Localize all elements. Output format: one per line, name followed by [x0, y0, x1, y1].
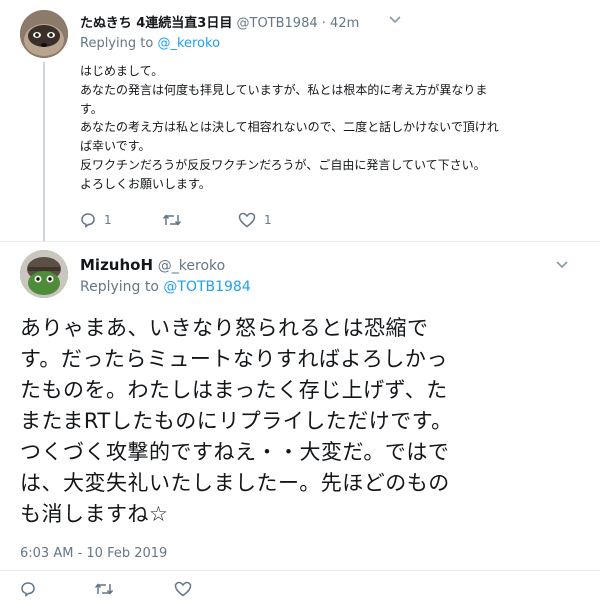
- heart-icon: [238, 212, 256, 228]
- retweet-icon: [162, 212, 182, 228]
- tweet-line: す。だったらミュートなりすればよろしかっ: [20, 347, 448, 371]
- reply-button[interactable]: [20, 581, 36, 597]
- replying-to: Replying to @_keroko: [80, 36, 220, 51]
- chevron-down-icon[interactable]: [388, 15, 402, 25]
- handle[interactable]: @_keroko: [158, 258, 225, 274]
- tweet-line: またまRTしたものにリプライしただけです。: [20, 409, 453, 433]
- display-name[interactable]: MizuhoH: [80, 256, 153, 274]
- handle[interactable]: @TOTB1984: [237, 16, 318, 31]
- tweet-line: す。: [80, 101, 103, 116]
- tweet-line: あなたの発言は何度も拝見していますが、私とは根本的に考え方が異なりま: [80, 82, 488, 97]
- reply-button[interactable]: 1: [80, 212, 112, 228]
- like-button[interactable]: 1: [238, 212, 272, 228]
- like-button[interactable]: [174, 581, 192, 597]
- reply-count: 1: [104, 213, 112, 227]
- tweet-line: あなたの考え方は私とは決して相容れないので、二度と話しかけないで頂けれ: [80, 120, 499, 135]
- avatar[interactable]: [20, 10, 68, 58]
- chevron-down-icon[interactable]: [555, 260, 569, 270]
- tweet-line: も消しますね☆: [20, 502, 169, 526]
- tweet-line: よろしくお願いします。: [80, 176, 211, 191]
- tweet-line: は、大変失礼いたしましたー。先ほどのもの: [20, 471, 450, 495]
- timestamp[interactable]: 42m: [330, 16, 359, 31]
- replying-to: Replying to @TOTB1984: [80, 279, 251, 295]
- retweet-button[interactable]: [162, 212, 182, 228]
- tweet-line: 反ワクチンだろうが反反ワクチンだろうが、ご自由に発言していて下さい。: [80, 157, 486, 172]
- divider: [0, 570, 600, 571]
- heart-icon: [174, 581, 192, 597]
- retweet-icon: [94, 581, 114, 597]
- tweet-text: はじめまして。 あなたの発言は何度も拝見していますが、私とは根本的に考え方が異な…: [80, 62, 585, 194]
- avatar[interactable]: [20, 250, 68, 298]
- tweet-line: はじめまして。: [80, 64, 164, 78]
- tweet-header: MizuhoH @_keroko: [80, 256, 225, 274]
- tweet-line: ば幸いです。: [80, 139, 151, 154]
- separator-dot: ·: [321, 16, 326, 31]
- reply-icon: [20, 581, 36, 597]
- tweet-line: つくづく攻撃的ですねえ・・大変だ。ではで: [20, 440, 450, 464]
- retweet-button[interactable]: [94, 581, 114, 597]
- thread-line: [43, 62, 45, 242]
- replying-to-label: Replying to: [80, 279, 159, 295]
- replying-to-link[interactable]: @TOTB1984: [163, 279, 250, 295]
- tweet-timestamp[interactable]: 6:03 AM - 10 Feb 2019: [20, 546, 167, 561]
- like-count: 1: [264, 213, 272, 227]
- tweet-line: ありゃまあ、いきなり怒られるとは恐縮で: [20, 316, 429, 340]
- replying-to-link[interactable]: @_keroko: [157, 36, 220, 51]
- tweet-header: たぬきち 4連続当直3日目 @TOTB1984 · 42m: [80, 12, 359, 31]
- reply-icon: [80, 212, 96, 228]
- divider: [0, 241, 600, 242]
- replying-to-label: Replying to: [80, 36, 154, 51]
- tweet-text: ありゃまあ、いきなり怒られるとは恐縮で す。だったらミュートなりすればよろしかっ…: [20, 313, 590, 530]
- tweet-line: たものを。わたしはまったく存じ上げず、た: [20, 378, 448, 402]
- display-name[interactable]: たぬきち 4連続当直3日目: [80, 16, 232, 31]
